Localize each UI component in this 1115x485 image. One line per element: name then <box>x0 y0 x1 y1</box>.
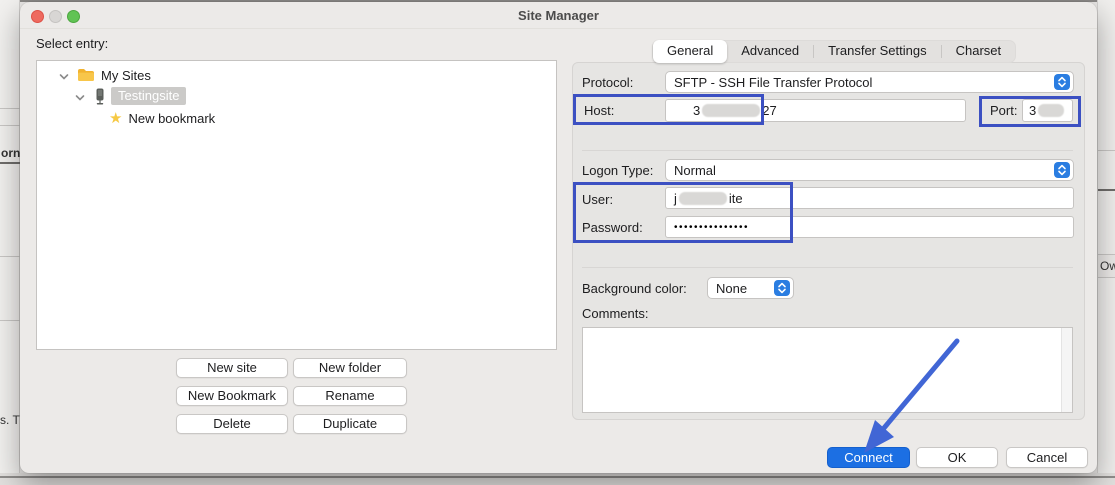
bookmark-star-icon: ★ <box>109 111 122 126</box>
new-folder-button[interactable]: New folder <box>293 358 407 378</box>
background-color-value: None <box>708 281 747 296</box>
site-manager-dialog: Site Manager Select entry: My Sites Test… <box>20 2 1097 473</box>
logon-type-label: Logon Type: <box>582 163 653 178</box>
chevron-down-icon[interactable] <box>75 91 85 101</box>
comments-scrollbar[interactable] <box>1061 328 1072 412</box>
new-bookmark-button[interactable]: New Bookmark <box>176 386 288 406</box>
tree-item-new-bookmark[interactable]: ★ New bookmark <box>109 108 215 128</box>
cancel-button[interactable]: Cancel <box>1006 447 1088 468</box>
chevron-down-icon[interactable] <box>59 70 69 80</box>
site-tree[interactable]: My Sites Testingsite ★ New bookmark <box>36 60 557 350</box>
background-window-right-edge: Ow <box>1097 0 1115 473</box>
dialog-titlebar[interactable]: Site Manager <box>20 2 1097 29</box>
dropdown-stepper-icon <box>774 280 790 296</box>
background-color-select[interactable]: None <box>707 277 794 299</box>
folder-icon <box>77 68 95 82</box>
dropdown-stepper-icon <box>1054 74 1070 90</box>
connect-button[interactable]: Connect <box>827 447 910 468</box>
tree-item-label: New bookmark <box>128 111 215 126</box>
server-icon <box>94 88 106 105</box>
select-entry-label: Select entry: <box>36 36 108 51</box>
comments-textarea[interactable] <box>582 327 1073 413</box>
logon-type-select[interactable]: Normal <box>665 159 1074 181</box>
background-window-left-edge: orne s. T <box>0 0 20 473</box>
tab-charset[interactable]: Charset <box>942 40 1016 63</box>
protocol-value: SFTP - SSH File Transfer Protocol <box>666 75 872 90</box>
new-site-button[interactable]: New site <box>176 358 288 378</box>
dropdown-stepper-icon <box>1054 162 1070 178</box>
host-annotation-box <box>573 94 764 125</box>
background-owner-column-fragment: Ow <box>1100 259 1115 273</box>
delete-button[interactable]: Delete <box>176 414 288 434</box>
background-color-label: Background color: <box>582 281 687 296</box>
dialog-title: Site Manager <box>20 8 1097 23</box>
tree-item-label: My Sites <box>101 68 151 83</box>
protocol-label: Protocol: <box>582 75 633 90</box>
rename-button[interactable]: Rename <box>293 386 407 406</box>
comments-label: Comments: <box>582 306 648 321</box>
tab-general[interactable]: General <box>653 40 727 63</box>
tab-advanced[interactable]: Advanced <box>727 40 813 63</box>
background-statusbar-fragment: s. T <box>0 413 20 427</box>
settings-tabs: General Advanced Transfer Settings Chars… <box>652 40 1016 63</box>
background-window-bottom-line <box>0 476 1115 478</box>
tree-item-testingsite[interactable]: Testingsite <box>75 86 186 106</box>
host-value-suffix: 27 <box>762 103 776 118</box>
ok-button[interactable]: OK <box>916 447 998 468</box>
credentials-annotation-box <box>573 182 793 243</box>
protocol-select[interactable]: SFTP - SSH File Transfer Protocol <box>665 71 1074 93</box>
tree-item-label-selected[interactable]: Testingsite <box>111 87 186 105</box>
duplicate-button[interactable]: Duplicate <box>293 414 407 434</box>
tab-transfer-settings[interactable]: Transfer Settings <box>814 40 941 63</box>
tree-item-my-sites[interactable]: My Sites <box>59 65 151 85</box>
port-annotation-box <box>979 96 1081 127</box>
logon-type-value: Normal <box>666 163 716 178</box>
background-window-bottom-edge <box>0 473 1115 485</box>
